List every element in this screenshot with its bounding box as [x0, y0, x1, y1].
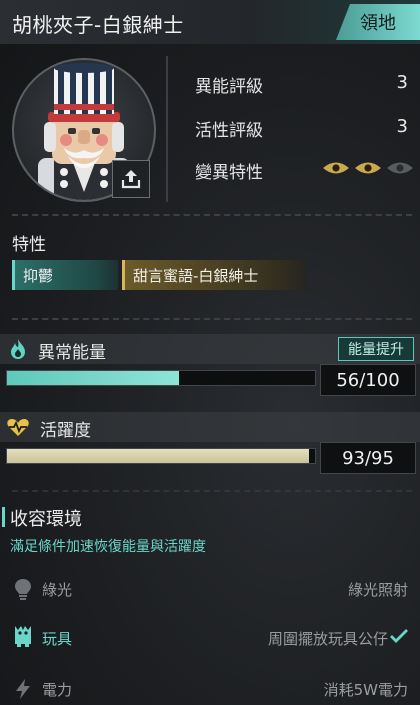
ability-rating-value: 3: [396, 72, 408, 93]
containment-title: 收容環境: [10, 509, 82, 530]
activity-label: 活躍度: [40, 421, 91, 441]
activity-body: 93/95: [0, 442, 420, 474]
condition-power-value: 消耗5W電力: [323, 681, 408, 699]
energy-boost-button[interactable]: 能量提升: [338, 337, 414, 361]
section-divider: [12, 318, 412, 320]
page-title: 胡桃夾子-白銀紳士: [12, 13, 184, 37]
share-upload-icon: [121, 170, 141, 189]
energy-value: 56/100: [320, 364, 416, 396]
energy-bar-track: [6, 370, 316, 386]
activity-rating-value: 3: [396, 116, 408, 137]
energy-bar-fill: [7, 371, 180, 385]
trait-depression-tag[interactable]: 抑鬱: [12, 260, 118, 290]
condition-green-light-label: 綠光: [42, 581, 73, 599]
section-accent-bar: [2, 507, 5, 527]
activity-value: 93/95: [320, 442, 416, 474]
header-bar: 胡桃夾子-白銀紳士 領地: [0, 0, 420, 44]
export-button[interactable]: [112, 160, 150, 198]
traits-title: 特性: [12, 235, 46, 255]
containment-detail-page: 胡桃夾子-白銀紳士 領地 異能評級 3 活性評級 3 變異特性 特性 抑鬱 甜言…: [0, 0, 420, 705]
lightbulb-icon: [15, 579, 31, 600]
territory-button[interactable]: 領地: [336, 4, 420, 40]
energy-body: 56/100: [0, 364, 420, 396]
flame-icon: [11, 339, 25, 359]
eye-icon: [323, 162, 349, 174]
activity-bar-fill: [7, 449, 309, 463]
containment-subtitle: 滿足條件加速恢復能量與活躍度: [10, 539, 206, 555]
condition-toy-value: 周圍擺放玩具公仔: [267, 630, 388, 648]
lightning-icon: [16, 679, 30, 699]
section-divider: [12, 490, 412, 492]
activity-bar-track: [6, 448, 316, 464]
condition-green-light-value: 綠光照射: [347, 581, 408, 599]
activity-rating-label: 活性評級: [195, 121, 263, 141]
heartbeat-icon: [7, 419, 29, 436]
eye-icon: [355, 162, 381, 174]
eye-icon-dim: [387, 162, 413, 174]
portrait-divider: [166, 56, 168, 202]
trait-sweet-talk-tag[interactable]: 甜言蜜語-白銀紳士: [122, 260, 306, 290]
condition-toy-label: 玩具: [42, 630, 73, 648]
mutation-trait-label: 變異特性: [195, 163, 263, 183]
ability-rating-label: 異能評級: [195, 77, 263, 97]
activity-header: 活躍度: [0, 412, 420, 442]
energy-label: 異常能量: [38, 343, 106, 363]
section-divider: [12, 214, 412, 216]
checkmark-icon: [390, 629, 408, 643]
condition-power-label: 電力: [42, 681, 73, 699]
mutation-eyes: [322, 160, 414, 176]
toy-icon: [15, 626, 31, 647]
